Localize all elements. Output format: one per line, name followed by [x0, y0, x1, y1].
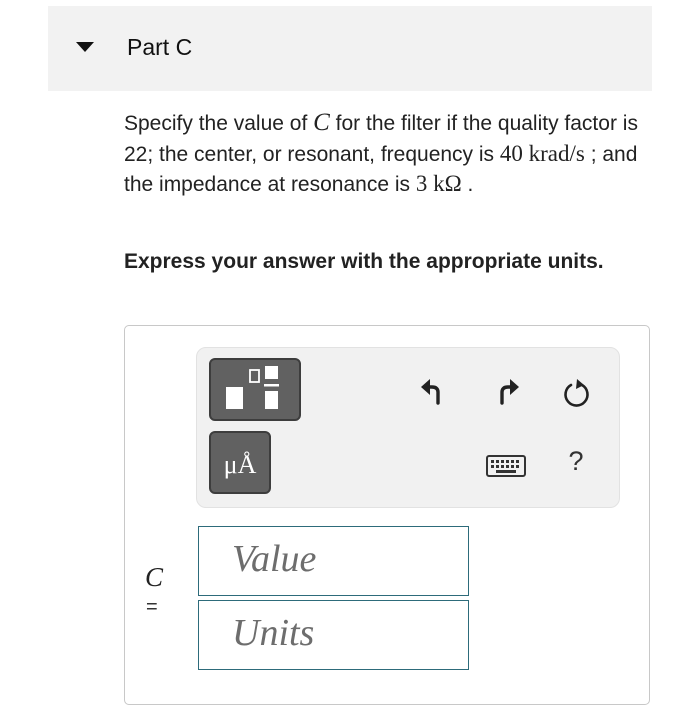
value-input[interactable]: Value: [198, 526, 469, 596]
units-input[interactable]: Units: [198, 600, 469, 670]
redo-icon[interactable]: [494, 376, 520, 406]
keyboard-icon[interactable]: [486, 455, 526, 479]
question-variable: C: [313, 109, 330, 136]
impedance-value: 3 kΩ: [415, 171, 462, 196]
templates-button[interactable]: [209, 358, 301, 421]
answer-variable-label: C: [145, 562, 164, 592]
reset-icon[interactable]: [562, 376, 592, 410]
part-title: Part C: [127, 34, 193, 60]
help-icon: ?: [568, 446, 584, 476]
question-text-part: Specify the value of: [124, 112, 314, 135]
question-text-part: .: [461, 173, 474, 196]
units-button[interactable]: μÅ: [209, 431, 271, 494]
frequency-value: 40 krad/s: [499, 140, 585, 166]
undo-icon[interactable]: [420, 376, 446, 406]
units-icon: μÅ: [223, 450, 257, 479]
equals-sign: =: [146, 596, 158, 618]
templates-icon: [226, 366, 279, 409]
question-text: Specify the value of C for the filter if…: [124, 108, 654, 200]
answer-instruction: Express your answer with the appropriate…: [124, 250, 604, 273]
help-button[interactable]: ?: [566, 446, 586, 480]
collapse-caret-icon[interactable]: [76, 42, 94, 52]
